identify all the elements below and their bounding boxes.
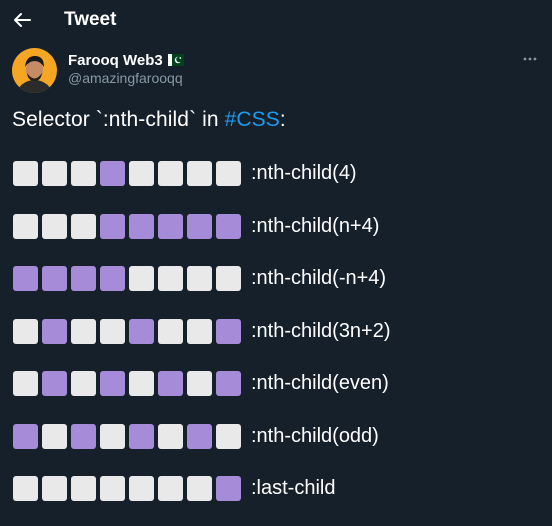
square-selected: [42, 371, 67, 396]
square-unselected: [13, 213, 38, 239]
square-unselected: [13, 318, 38, 344]
selector-label: :nth-child(n+4): [251, 214, 380, 237]
selector-row: :nth-child(odd): [13, 421, 391, 452]
square-unselected: [187, 371, 212, 396]
square-unselected: [100, 423, 125, 449]
square-unselected: [13, 371, 38, 396]
selector-label: :nth-child(odd): [251, 424, 379, 447]
tweet-header: Tweet: [0, 0, 552, 42]
square-unselected: [187, 476, 212, 501]
square-selected: [216, 371, 241, 396]
square-selected: [71, 423, 96, 449]
square-selected: [216, 213, 241, 239]
square-selected: [187, 423, 212, 449]
pakistan-flag-icon: [167, 54, 184, 66]
square-selected: [100, 371, 125, 396]
tweet-text: Selector `:nth-child` in #CSS:: [12, 108, 286, 132]
selector-label: :nth-child(even): [251, 372, 389, 394]
selector-row: :nth-child(4): [13, 158, 391, 189]
square-selected: [100, 266, 125, 291]
tweet-text-start: Selector `:nth-child` in: [12, 108, 225, 131]
square-selected: [100, 213, 125, 239]
square-unselected: [42, 213, 67, 239]
square-selected: [42, 266, 67, 291]
square-unselected: [71, 371, 96, 396]
square-selected: [216, 476, 241, 501]
square-selected: [100, 161, 125, 186]
selector-label: :last-child: [251, 477, 336, 499]
square-unselected: [13, 476, 38, 501]
square-group: [13, 371, 241, 396]
square-unselected: [100, 318, 125, 344]
square-unselected: [100, 476, 125, 501]
square-unselected: [129, 371, 154, 396]
square-selected: [158, 213, 183, 239]
page-title: Tweet: [64, 9, 117, 30]
square-unselected: [71, 161, 96, 186]
square-group: [13, 161, 241, 186]
square-unselected: [158, 266, 183, 291]
square-unselected: [216, 161, 241, 186]
square-group: [13, 423, 241, 449]
author-handle[interactable]: @amazingfarooqq: [68, 70, 184, 86]
avatar[interactable]: [12, 48, 57, 93]
square-unselected: [187, 161, 212, 186]
selector-row: :nth-child(-n+4): [13, 263, 391, 294]
square-unselected: [42, 423, 67, 449]
square-unselected: [216, 423, 241, 449]
hashtag-link[interactable]: #CSS: [225, 108, 280, 131]
tweet-text-end: :: [279, 108, 286, 131]
square-selected: [129, 318, 154, 344]
square-selected: [129, 213, 154, 239]
square-unselected: [158, 423, 183, 449]
square-selected: [187, 213, 212, 239]
selector-label: :nth-child(3n+2): [251, 319, 391, 342]
square-unselected: [13, 161, 38, 186]
square-group: [13, 266, 241, 291]
square-unselected: [158, 476, 183, 501]
square-unselected: [71, 476, 96, 501]
square-selected: [71, 266, 96, 291]
square-unselected: [71, 318, 96, 344]
square-unselected: [129, 476, 154, 501]
square-unselected: [216, 266, 241, 291]
selector-diagram: :nth-child(4) :nth-child(n+4) :nth-child(-…: [13, 158, 391, 526]
square-unselected: [129, 266, 154, 291]
square-group: [13, 213, 241, 239]
square-selected: [42, 318, 67, 344]
selector-row: :nth-child(3n+2): [13, 316, 391, 347]
square-unselected: [187, 318, 212, 344]
author-block: Farooq Web3 @amazingfarooqq: [68, 50, 184, 86]
square-unselected: [42, 161, 67, 186]
selector-row: :nth-child(n+4): [13, 211, 391, 242]
square-unselected: [129, 161, 154, 186]
author-name[interactable]: Farooq Web3: [68, 52, 163, 69]
square-unselected: [71, 213, 96, 239]
square-unselected: [158, 318, 183, 344]
square-unselected: [42, 476, 67, 501]
back-arrow-icon[interactable]: [13, 12, 31, 28]
square-selected: [13, 423, 38, 449]
selector-row: :nth-child(even): [13, 368, 391, 399]
square-selected: [216, 318, 241, 344]
square-group: [13, 318, 241, 344]
selector-row: :last-child: [13, 473, 391, 504]
selector-label: :nth-child(4): [251, 162, 357, 184]
square-selected: [13, 266, 38, 291]
more-options-icon[interactable]: [522, 52, 538, 66]
square-selected: [158, 371, 183, 396]
selector-label: :nth-child(-n+4): [251, 267, 387, 289]
square-group: [13, 476, 241, 501]
square-unselected: [158, 161, 183, 186]
square-selected: [129, 423, 154, 449]
square-unselected: [187, 266, 212, 291]
